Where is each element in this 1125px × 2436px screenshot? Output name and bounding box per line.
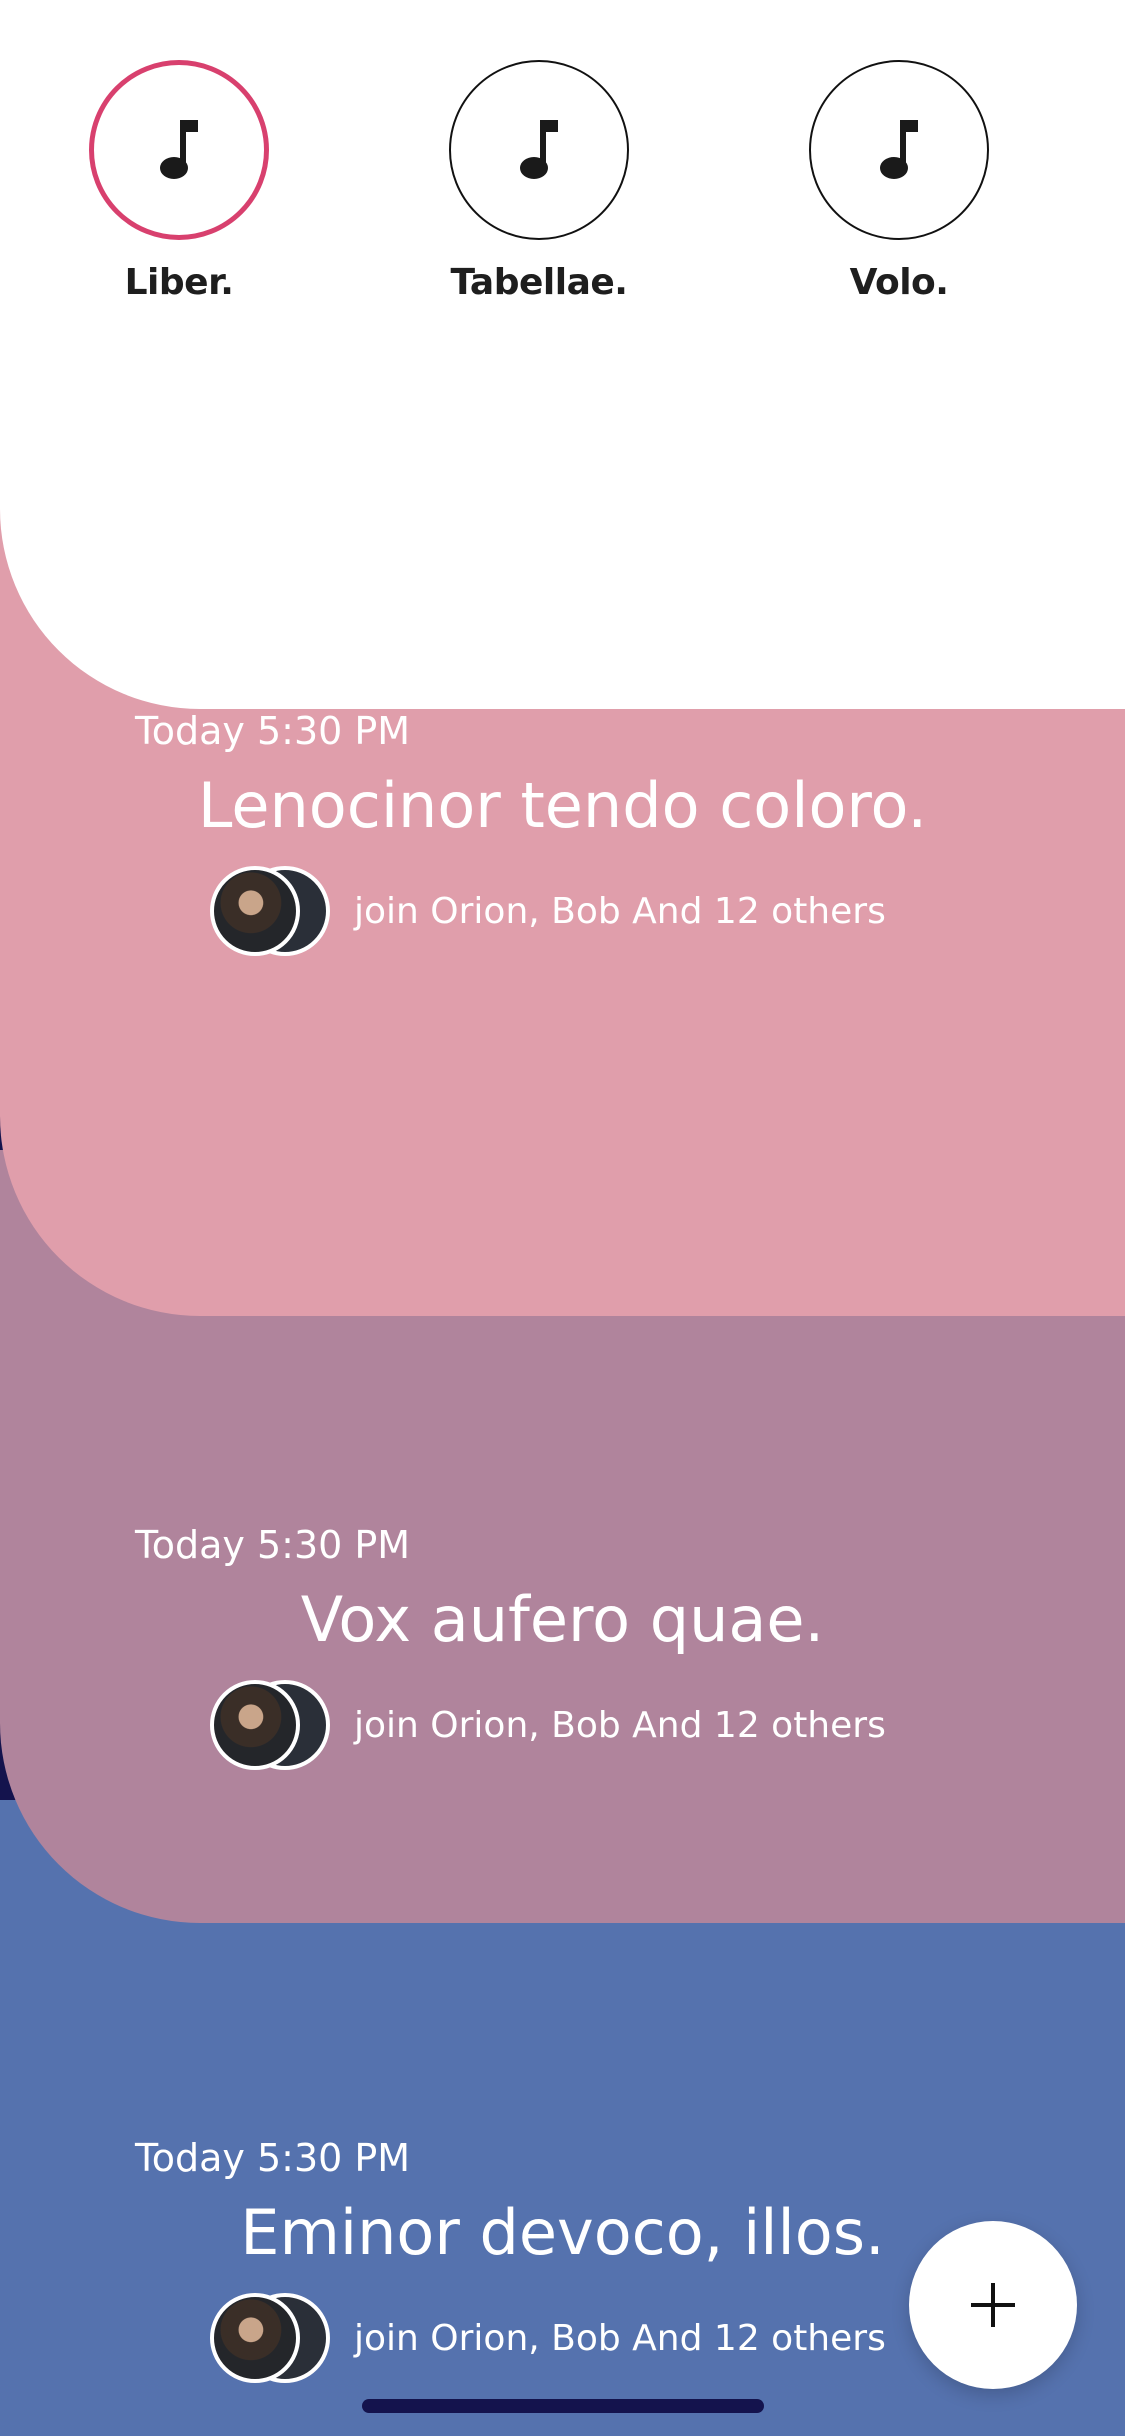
- avatar: [210, 866, 300, 956]
- attendees-text: join Orion, Bob And 12 others: [354, 2317, 886, 2359]
- avatar-stack: [210, 1680, 330, 1770]
- playlist-label: Tabellae.: [450, 262, 628, 303]
- event-title: Vox aufero quae.: [300, 1583, 825, 1656]
- music-note-icon: [89, 60, 269, 240]
- attendees-text: join Orion, Bob And 12 others: [354, 890, 886, 932]
- attendees-text: join Orion, Bob And 12 others: [354, 1704, 886, 1746]
- event-time: Today 5:30 PM: [135, 709, 411, 753]
- playlist-liber[interactable]: Liber.: [89, 60, 269, 303]
- music-note-icon: [449, 60, 629, 240]
- avatar: [210, 2293, 300, 2383]
- playlist-volo[interactable]: Volo.: [809, 60, 989, 303]
- avatar: [210, 1680, 300, 1770]
- playlist-label: Volo.: [849, 262, 949, 303]
- event-title: Lenocinor tendo coloro.: [197, 769, 928, 842]
- attendees-row[interactable]: join Orion, Bob And 12 others: [210, 866, 886, 956]
- avatar-stack: [210, 2293, 330, 2383]
- attendees-row[interactable]: join Orion, Bob And 12 others: [210, 1680, 886, 1770]
- avatar-stack: [210, 866, 330, 956]
- event-time: Today 5:30 PM: [135, 1523, 411, 1567]
- attendees-row[interactable]: join Orion, Bob And 12 others: [210, 2293, 886, 2383]
- playlist-header: Liber. Tabellae. Volo.: [0, 0, 1125, 709]
- music-note-icon: [809, 60, 989, 240]
- playlist-tabellae[interactable]: Tabellae.: [449, 60, 629, 303]
- event-time: Today 5:30 PM: [135, 2136, 411, 2180]
- playlist-label: Liber.: [124, 262, 234, 303]
- plus-icon: [971, 2283, 1015, 2327]
- home-indicator[interactable]: [362, 2399, 764, 2413]
- add-button[interactable]: [909, 2221, 1077, 2389]
